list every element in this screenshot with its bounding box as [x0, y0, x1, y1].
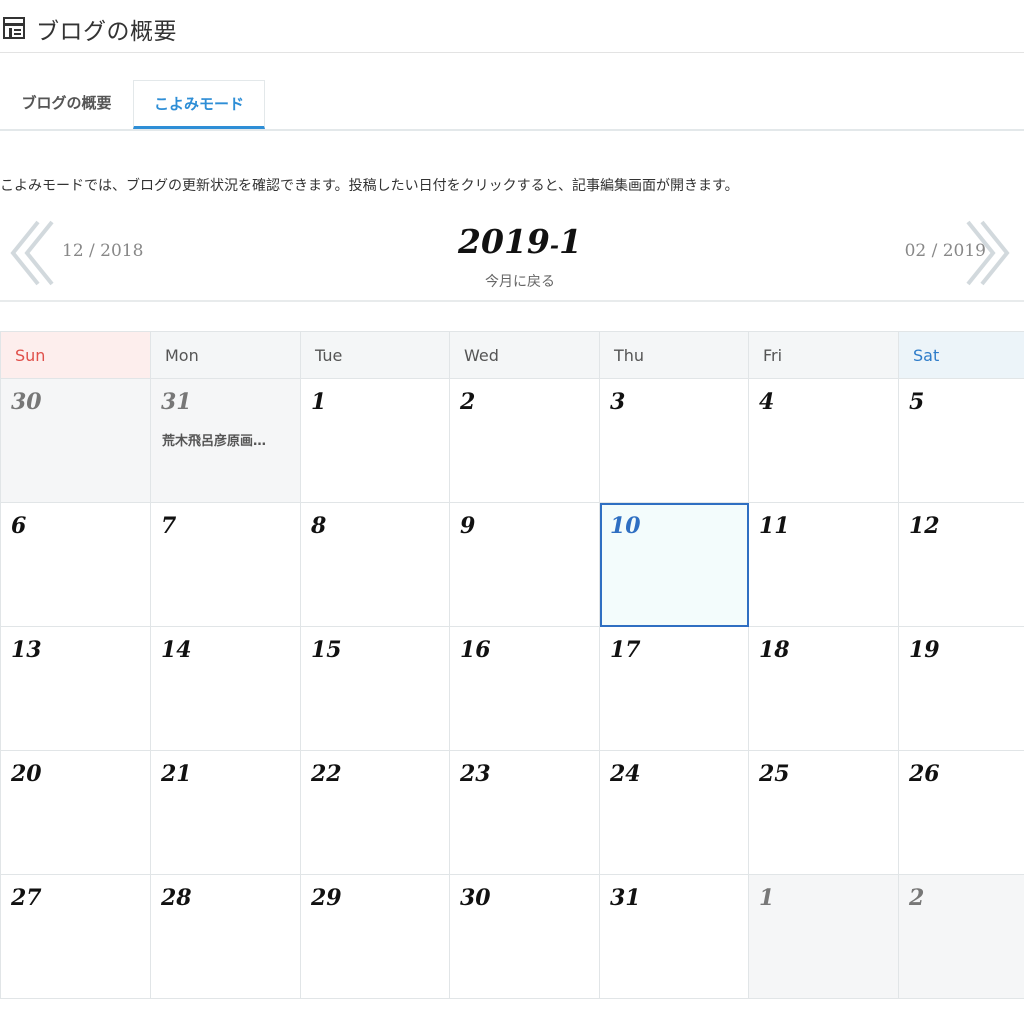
day-number: 21	[161, 761, 192, 787]
day-cell[interactable]: 27	[0, 874, 151, 999]
day-number: 28	[161, 885, 192, 911]
calendar-week: 13 14 15 16 17 18 19	[0, 626, 1024, 751]
day-cell[interactable]: 15	[300, 626, 450, 751]
day-number: 30	[11, 389, 42, 415]
day-number: 5	[909, 389, 925, 415]
day-number: 6	[11, 513, 27, 539]
day-cell[interactable]: 6	[0, 502, 151, 627]
day-cell[interactable]: 4	[748, 378, 899, 503]
day-cell[interactable]: 26	[898, 750, 1024, 875]
day-number: 13	[11, 637, 42, 663]
current-month-separator: -	[549, 233, 560, 259]
weekday-fri: Fri	[748, 331, 899, 379]
day-number: 27	[11, 885, 42, 911]
day-cell[interactable]: 19	[898, 626, 1024, 751]
day-number: 11	[759, 513, 790, 539]
back-to-this-month-link[interactable]: 今月に戻る	[0, 271, 1024, 291]
day-number: 24	[610, 761, 641, 787]
calendar-description: こよみモードでは、ブログの更新状況を確認できます。投稿したい日付をクリックすると…	[0, 178, 739, 194]
day-number: 1	[759, 885, 775, 911]
day-number: 3	[610, 389, 626, 415]
day-cell[interactable]: 11	[748, 502, 899, 627]
day-cell[interactable]: 24	[599, 750, 749, 875]
day-number: 2	[460, 389, 476, 415]
day-cell[interactable]: 22	[300, 750, 450, 875]
day-cell[interactable]: 30	[0, 378, 151, 503]
day-number: 20	[11, 761, 42, 787]
day-cell[interactable]: 31	[599, 874, 749, 999]
current-month: 1	[559, 222, 582, 261]
day-cell[interactable]: 9	[449, 502, 600, 627]
day-cell[interactable]: 5	[898, 378, 1024, 503]
weekday-wed: Wed	[449, 331, 600, 379]
day-number: 2	[909, 885, 925, 911]
calendar-week: 30 31 荒木飛呂彦原画… 1 2 3 4 5	[0, 378, 1024, 503]
day-number: 25	[759, 761, 790, 787]
weekday-sun: Sun	[0, 331, 151, 379]
chevron-right-icon[interactable]	[962, 218, 1024, 288]
day-cell[interactable]: 18	[748, 626, 899, 751]
day-number: 10	[610, 513, 641, 539]
day-number: 26	[909, 761, 940, 787]
tab-calendar-mode[interactable]: こよみモード	[133, 80, 265, 129]
day-number: 17	[610, 637, 641, 663]
page-title: ブログの概要	[36, 19, 177, 45]
day-cell[interactable]: 31 荒木飛呂彦原画…	[150, 378, 301, 503]
calendar-week: 20 21 22 23 24 25 26	[0, 750, 1024, 875]
weekday-mon: Mon	[150, 331, 301, 379]
day-cell[interactable]: 1	[748, 874, 899, 999]
day-number: 14	[161, 637, 192, 663]
day-number: 19	[909, 637, 940, 663]
day-cell[interactable]: 2	[449, 378, 600, 503]
calendar-grid: Sun Mon Tue Wed Thu Fri Sat 30 31 荒木飛呂彦原画…	[0, 331, 1024, 999]
day-cell[interactable]: 3	[599, 378, 749, 503]
day-number: 7	[161, 513, 177, 539]
day-cell[interactable]: 30	[449, 874, 600, 999]
page-header: ブログの概要	[0, 0, 1024, 53]
day-cell[interactable]: 25	[748, 750, 899, 875]
current-month-title: 2019-1	[0, 222, 1024, 261]
tab-blog-overview[interactable]: ブログの概要	[0, 80, 133, 129]
day-cell[interactable]: 1	[300, 378, 450, 503]
day-number: 29	[311, 885, 342, 911]
day-number: 8	[311, 513, 327, 539]
calendar-week: 27 28 29 30 31 1 2	[0, 874, 1024, 999]
day-cell-today[interactable]: 10	[599, 502, 749, 627]
day-cell[interactable]: 20	[0, 750, 151, 875]
day-number: 18	[759, 637, 790, 663]
day-cell[interactable]: 29	[300, 874, 450, 999]
day-cell[interactable]: 28	[150, 874, 301, 999]
day-cell[interactable]: 2	[898, 874, 1024, 999]
day-number: 31	[610, 885, 641, 911]
day-number: 30	[460, 885, 491, 911]
day-cell[interactable]: 16	[449, 626, 600, 751]
day-cell[interactable]: 8	[300, 502, 450, 627]
day-cell[interactable]: 17	[599, 626, 749, 751]
weekday-sat: Sat	[898, 331, 1024, 379]
tab-bar: ブログの概要 こよみモード	[0, 80, 1024, 131]
day-number: 15	[311, 637, 342, 663]
calendar-week: 6 7 8 9 10 11 12	[0, 502, 1024, 627]
weekday-tue: Tue	[300, 331, 450, 379]
weekday-header-row: Sun Mon Tue Wed Thu Fri Sat	[0, 331, 1024, 379]
day-number: 31	[161, 389, 192, 415]
blog-entry-link[interactable]: 荒木飛呂彦原画…	[162, 430, 266, 449]
day-cell[interactable]: 7	[150, 502, 301, 627]
day-cell[interactable]: 13	[0, 626, 151, 751]
day-number: 1	[311, 389, 327, 415]
day-number: 4	[759, 389, 775, 415]
day-cell[interactable]: 14	[150, 626, 301, 751]
day-number: 22	[311, 761, 342, 787]
day-number: 9	[460, 513, 476, 539]
weekday-thu: Thu	[599, 331, 749, 379]
day-number: 16	[460, 637, 491, 663]
current-year: 2019	[458, 222, 550, 261]
day-cell[interactable]: 23	[449, 750, 600, 875]
day-cell[interactable]: 12	[898, 502, 1024, 627]
month-navigation: 12 / 2018 2019-1 今月に戻る 02 / 2019	[0, 212, 1024, 302]
day-number: 12	[909, 513, 940, 539]
dashboard-layout-icon	[3, 17, 25, 39]
day-number: 23	[460, 761, 491, 787]
day-cell[interactable]: 21	[150, 750, 301, 875]
